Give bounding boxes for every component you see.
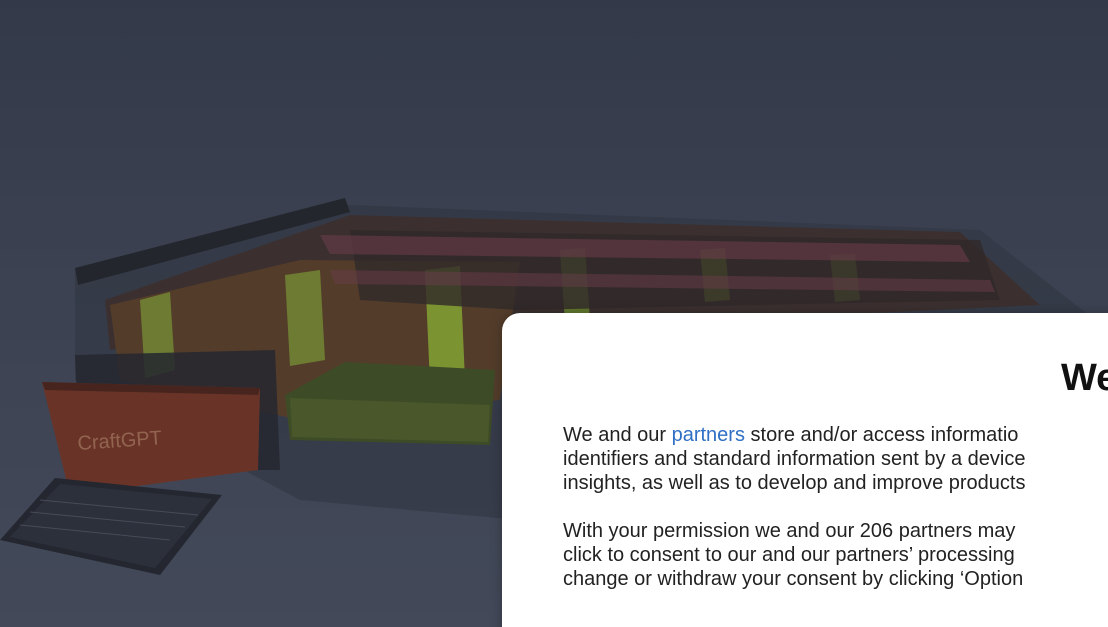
consent-paragraph-1: We and our partners store and/or access … (563, 423, 1108, 495)
consent-line: With your permission we and our 206 part… (563, 520, 1016, 542)
consent-line: We and our partners store and/or access … (563, 423, 1108, 447)
consent-line: click to consent to our and our partners… (563, 544, 1015, 566)
partners-link[interactable]: partners (672, 424, 745, 446)
consent-body: We and our partners store and/or access … (563, 423, 1108, 615)
consent-text: We and our (563, 424, 672, 446)
consent-line: change or withdraw your consent by click… (563, 568, 1024, 590)
consent-line: insights, as well as to develop and impr… (563, 472, 1026, 494)
consent-paragraph-2: With your permission we and our 206 part… (563, 519, 1108, 591)
consent-dialog: We We and our partners store and/or acce… (502, 313, 1108, 627)
consent-line: identifiers and standard information sen… (563, 448, 1026, 470)
consent-text: store and/or access informatio (744, 424, 1019, 446)
page: CraftGPT We We and our partners store an… (0, 0, 1108, 627)
consent-title: We (1061, 357, 1108, 399)
